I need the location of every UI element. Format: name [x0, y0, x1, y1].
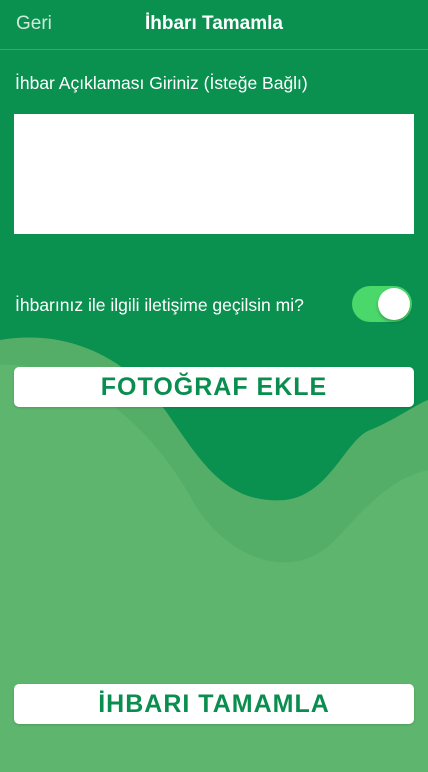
add-photo-button[interactable]: FOTOĞRAF EKLE: [14, 367, 414, 407]
description-textarea[interactable]: [14, 114, 414, 234]
toggle-knob: [378, 288, 410, 320]
complete-report-button[interactable]: İHBARI TAMAMLA: [14, 684, 414, 724]
contact-permission-toggle[interactable]: [352, 286, 412, 322]
contact-permission-label: İhbarınız ile ilgili iletişime geçilsin …: [15, 295, 304, 315]
description-label: İhbar Açıklaması Giriniz (İsteğe Bağlı): [15, 73, 308, 93]
navigation-bar: Geri İhbarı Tamamla: [0, 0, 428, 50]
page-title: İhbarı Tamamla: [145, 13, 283, 34]
